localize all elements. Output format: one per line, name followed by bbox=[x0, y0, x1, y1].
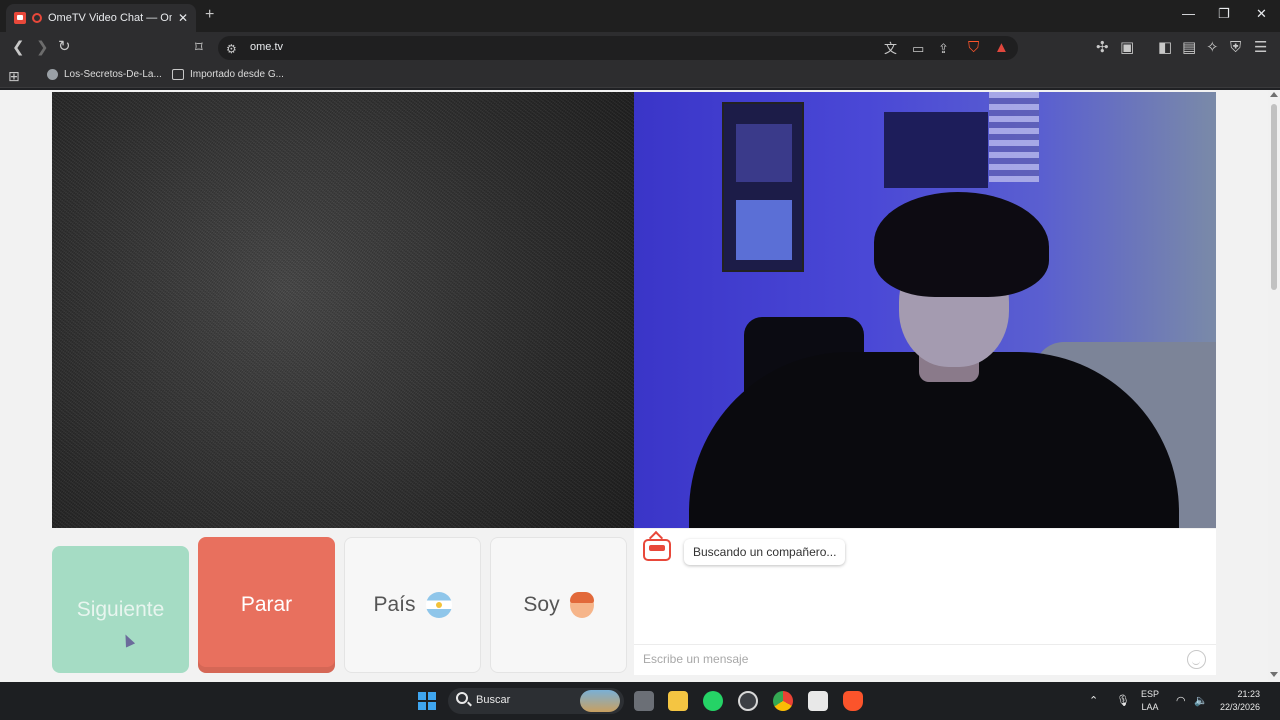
language-indicator[interactable]: ESP LAA bbox=[1141, 688, 1159, 714]
forward-icon[interactable]: ❯ bbox=[36, 39, 49, 57]
person-hair bbox=[874, 192, 1049, 297]
clock-date: 22/3/2026 bbox=[1220, 702, 1261, 712]
site-settings-icon[interactable]: ⚙ bbox=[226, 40, 237, 58]
vpn-icon[interactable]: ⛨ bbox=[1230, 39, 1241, 57]
scroll-down-icon[interactable] bbox=[1270, 672, 1278, 677]
gender-label: Soy bbox=[523, 593, 560, 616]
share-icon[interactable]: ⇪ bbox=[938, 40, 949, 58]
system-clock[interactable]: 21:23 22/3/2026 bbox=[1220, 688, 1260, 714]
apps-grid-icon[interactable]: ⊞ bbox=[8, 67, 20, 85]
scrollbar-thumb[interactable] bbox=[1271, 104, 1277, 290]
extensions-icon[interactable]: ✣ bbox=[1096, 39, 1109, 57]
clock-time: 21:23 bbox=[1237, 689, 1261, 699]
person-avatar-icon bbox=[569, 592, 594, 618]
address-bar[interactable] bbox=[218, 36, 1018, 60]
partner-video-static bbox=[52, 92, 634, 528]
brave-shields-icon[interactable]: ⛉ bbox=[968, 39, 979, 57]
menu-icon[interactable]: ☰ bbox=[1254, 39, 1267, 57]
keyboard-layout: LAA bbox=[1141, 702, 1159, 712]
volume-icon[interactable]: 🔈 bbox=[1194, 694, 1208, 707]
search-label: Buscar bbox=[476, 694, 511, 706]
argentina-flag-icon bbox=[425, 592, 452, 618]
file-explorer-icon[interactable] bbox=[668, 691, 688, 711]
bookmark-item[interactable]: Los-Secretos-De-La... bbox=[47, 69, 162, 80]
wall-stickers bbox=[989, 92, 1039, 182]
media-icon[interactable]: ▣ bbox=[1120, 39, 1134, 57]
bookmark-folder[interactable]: Importado desde G... bbox=[172, 69, 284, 80]
message-input[interactable] bbox=[636, 648, 1176, 670]
back-icon[interactable]: ❮ bbox=[12, 39, 25, 57]
wall-banner bbox=[722, 102, 804, 272]
start-icon[interactable] bbox=[418, 692, 436, 710]
globe-icon bbox=[47, 69, 58, 80]
next-label: Siguiente bbox=[76, 597, 165, 621]
tray-overflow-icon[interactable]: ⌃ bbox=[1089, 694, 1098, 707]
chrome-icon[interactable] bbox=[773, 691, 793, 711]
ometv-favicon-icon bbox=[14, 12, 26, 24]
scroll-up-icon[interactable] bbox=[1270, 92, 1278, 97]
tab-title: OmeTV Video Chat — Omegle bbox=[48, 12, 172, 24]
minimize-button[interactable]: — bbox=[1182, 6, 1195, 21]
search-highlight-image bbox=[580, 690, 620, 712]
whatsapp-icon[interactable] bbox=[703, 691, 723, 711]
sidebar-icon[interactable]: ◧ bbox=[1158, 39, 1172, 57]
recording-indicator-icon bbox=[32, 13, 42, 23]
country-button[interactable]: País bbox=[344, 537, 481, 673]
folder-icon bbox=[172, 69, 184, 80]
reload-icon[interactable]: ↻ bbox=[58, 38, 71, 56]
new-tab-button[interactable]: + bbox=[205, 6, 214, 24]
bookmark-label: Los-Secretos-De-La... bbox=[64, 69, 162, 80]
gender-button[interactable]: Soy bbox=[490, 537, 627, 673]
wall-poster bbox=[884, 112, 988, 188]
translate-icon[interactable]: 文 bbox=[884, 40, 897, 58]
brave-icon[interactable] bbox=[843, 691, 863, 711]
chat-divider bbox=[634, 644, 1216, 645]
leo-ai-icon[interactable]: ✧ bbox=[1206, 39, 1219, 57]
task-view-icon[interactable] bbox=[634, 691, 654, 711]
microphone-icon[interactable]: 🎙 bbox=[1116, 694, 1130, 707]
stop-label: Parar bbox=[240, 593, 293, 616]
capcut-icon[interactable] bbox=[808, 691, 828, 711]
url-text[interactable]: ome.tv bbox=[250, 41, 283, 53]
stop-button[interactable]: Parar bbox=[198, 537, 335, 673]
search-icon bbox=[456, 692, 468, 704]
wallet-icon[interactable]: ▤ bbox=[1182, 39, 1196, 57]
maximize-button[interactable]: ❐ bbox=[1218, 6, 1230, 22]
bookmark-label: Importado desde G... bbox=[190, 69, 284, 80]
wifi-icon[interactable]: ◠ bbox=[1176, 694, 1186, 707]
language-code: ESP bbox=[1141, 689, 1160, 699]
emoji-icon[interactable] bbox=[1187, 650, 1206, 669]
next-button[interactable]: Siguiente bbox=[52, 546, 189, 673]
tab-close-icon[interactable]: ✕ bbox=[178, 11, 188, 25]
brave-rewards-icon[interactable]: ▲ bbox=[994, 39, 1009, 57]
status-message: Buscando un compañero... bbox=[684, 539, 846, 565]
cast-icon[interactable]: ▭ bbox=[912, 40, 924, 58]
ometv-logo-icon bbox=[643, 539, 671, 561]
bookmark-icon[interactable]: ⌑ bbox=[195, 39, 203, 57]
obs-icon[interactable] bbox=[738, 691, 758, 711]
country-label: País bbox=[373, 593, 416, 616]
browser-tab[interactable]: OmeTV Video Chat — Omegle ✕ bbox=[6, 4, 196, 32]
close-window-button[interactable]: ✕ bbox=[1256, 6, 1267, 22]
self-camera-video bbox=[634, 92, 1216, 528]
